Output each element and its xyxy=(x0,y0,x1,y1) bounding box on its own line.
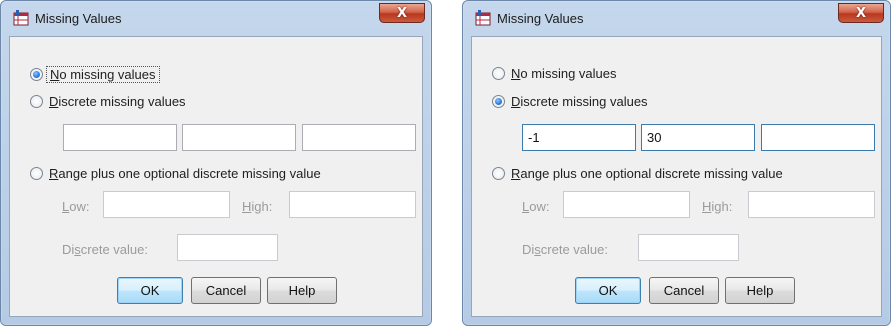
radio-unchecked-icon xyxy=(492,67,505,80)
high-input[interactable] xyxy=(748,191,875,218)
window-title: Missing Values xyxy=(35,11,122,26)
discrete-value-input[interactable] xyxy=(638,234,739,261)
high-label: High: xyxy=(702,199,733,214)
title-bar[interactable]: Missing Values X xyxy=(463,1,890,31)
discrete-value-1-input[interactable]: -1 xyxy=(522,124,636,151)
close-button[interactable]: X xyxy=(838,3,884,23)
range-plus-discrete-radio[interactable]: Range plus one optional discrete missing… xyxy=(30,166,321,181)
spss-app-icon xyxy=(13,10,29,26)
dialog-body: No missing values Discrete missing value… xyxy=(9,36,423,317)
missing-values-dialog-right: Missing Values X No missing values Discr… xyxy=(462,0,891,326)
help-button[interactable]: Help xyxy=(725,277,795,304)
dialog-body: No missing values Discrete missing value… xyxy=(471,36,882,317)
no-missing-values-radio[interactable]: No missing values xyxy=(30,66,160,83)
discrete-missing-values-radio[interactable]: Discrete missing values xyxy=(492,94,648,109)
range-plus-discrete-radio[interactable]: Range plus one optional discrete missing… xyxy=(492,166,783,181)
discrete-value-1-input[interactable] xyxy=(63,124,177,151)
ok-button[interactable]: OK xyxy=(117,277,183,304)
high-label: High: xyxy=(242,199,273,214)
discrete-value-3-input[interactable] xyxy=(302,124,416,151)
low-input[interactable] xyxy=(103,191,230,218)
close-button[interactable]: X xyxy=(379,3,425,23)
discrete-missing-values-label: Discrete missing values xyxy=(511,94,648,109)
discrete-value-input[interactable] xyxy=(177,234,278,261)
radio-checked-icon xyxy=(30,68,43,81)
radio-unchecked-icon xyxy=(30,95,43,108)
close-icon: X xyxy=(396,5,408,21)
help-button[interactable]: Help xyxy=(267,277,337,304)
radio-unchecked-icon xyxy=(30,167,43,180)
spss-app-icon xyxy=(475,10,491,26)
high-input[interactable] xyxy=(289,191,416,218)
discrete-value-label: Discrete value: xyxy=(522,242,608,257)
discrete-missing-values-label: Discrete missing values xyxy=(49,94,186,109)
title-bar[interactable]: Missing Values X xyxy=(1,1,431,31)
discrete-value-3-input[interactable] xyxy=(761,124,875,151)
discrete-value-label: Discrete value: xyxy=(62,242,148,257)
ok-button[interactable]: OK xyxy=(575,277,641,304)
cancel-button[interactable]: Cancel xyxy=(191,277,261,304)
low-label: Low: xyxy=(522,199,550,214)
cancel-button[interactable]: Cancel xyxy=(649,277,719,304)
low-input[interactable] xyxy=(563,191,690,218)
no-missing-values-radio[interactable]: No missing values xyxy=(492,66,617,81)
low-label: Low: xyxy=(62,199,90,214)
range-plus-discrete-label: Range plus one optional discrete missing… xyxy=(49,166,321,181)
radio-unchecked-icon xyxy=(492,167,505,180)
radio-checked-icon xyxy=(492,95,505,108)
window-title: Missing Values xyxy=(497,11,584,26)
close-icon: X xyxy=(855,5,867,21)
no-missing-values-label: No missing values xyxy=(511,66,617,81)
discrete-value-2-input[interactable]: 30 xyxy=(641,124,755,151)
range-plus-discrete-label: Range plus one optional discrete missing… xyxy=(511,166,783,181)
missing-values-dialog-left: Missing Values X No missing values Discr… xyxy=(0,0,432,326)
discrete-missing-values-radio[interactable]: Discrete missing values xyxy=(30,94,186,109)
no-missing-values-label: No missing values xyxy=(46,66,160,83)
discrete-value-2-input[interactable] xyxy=(182,124,296,151)
